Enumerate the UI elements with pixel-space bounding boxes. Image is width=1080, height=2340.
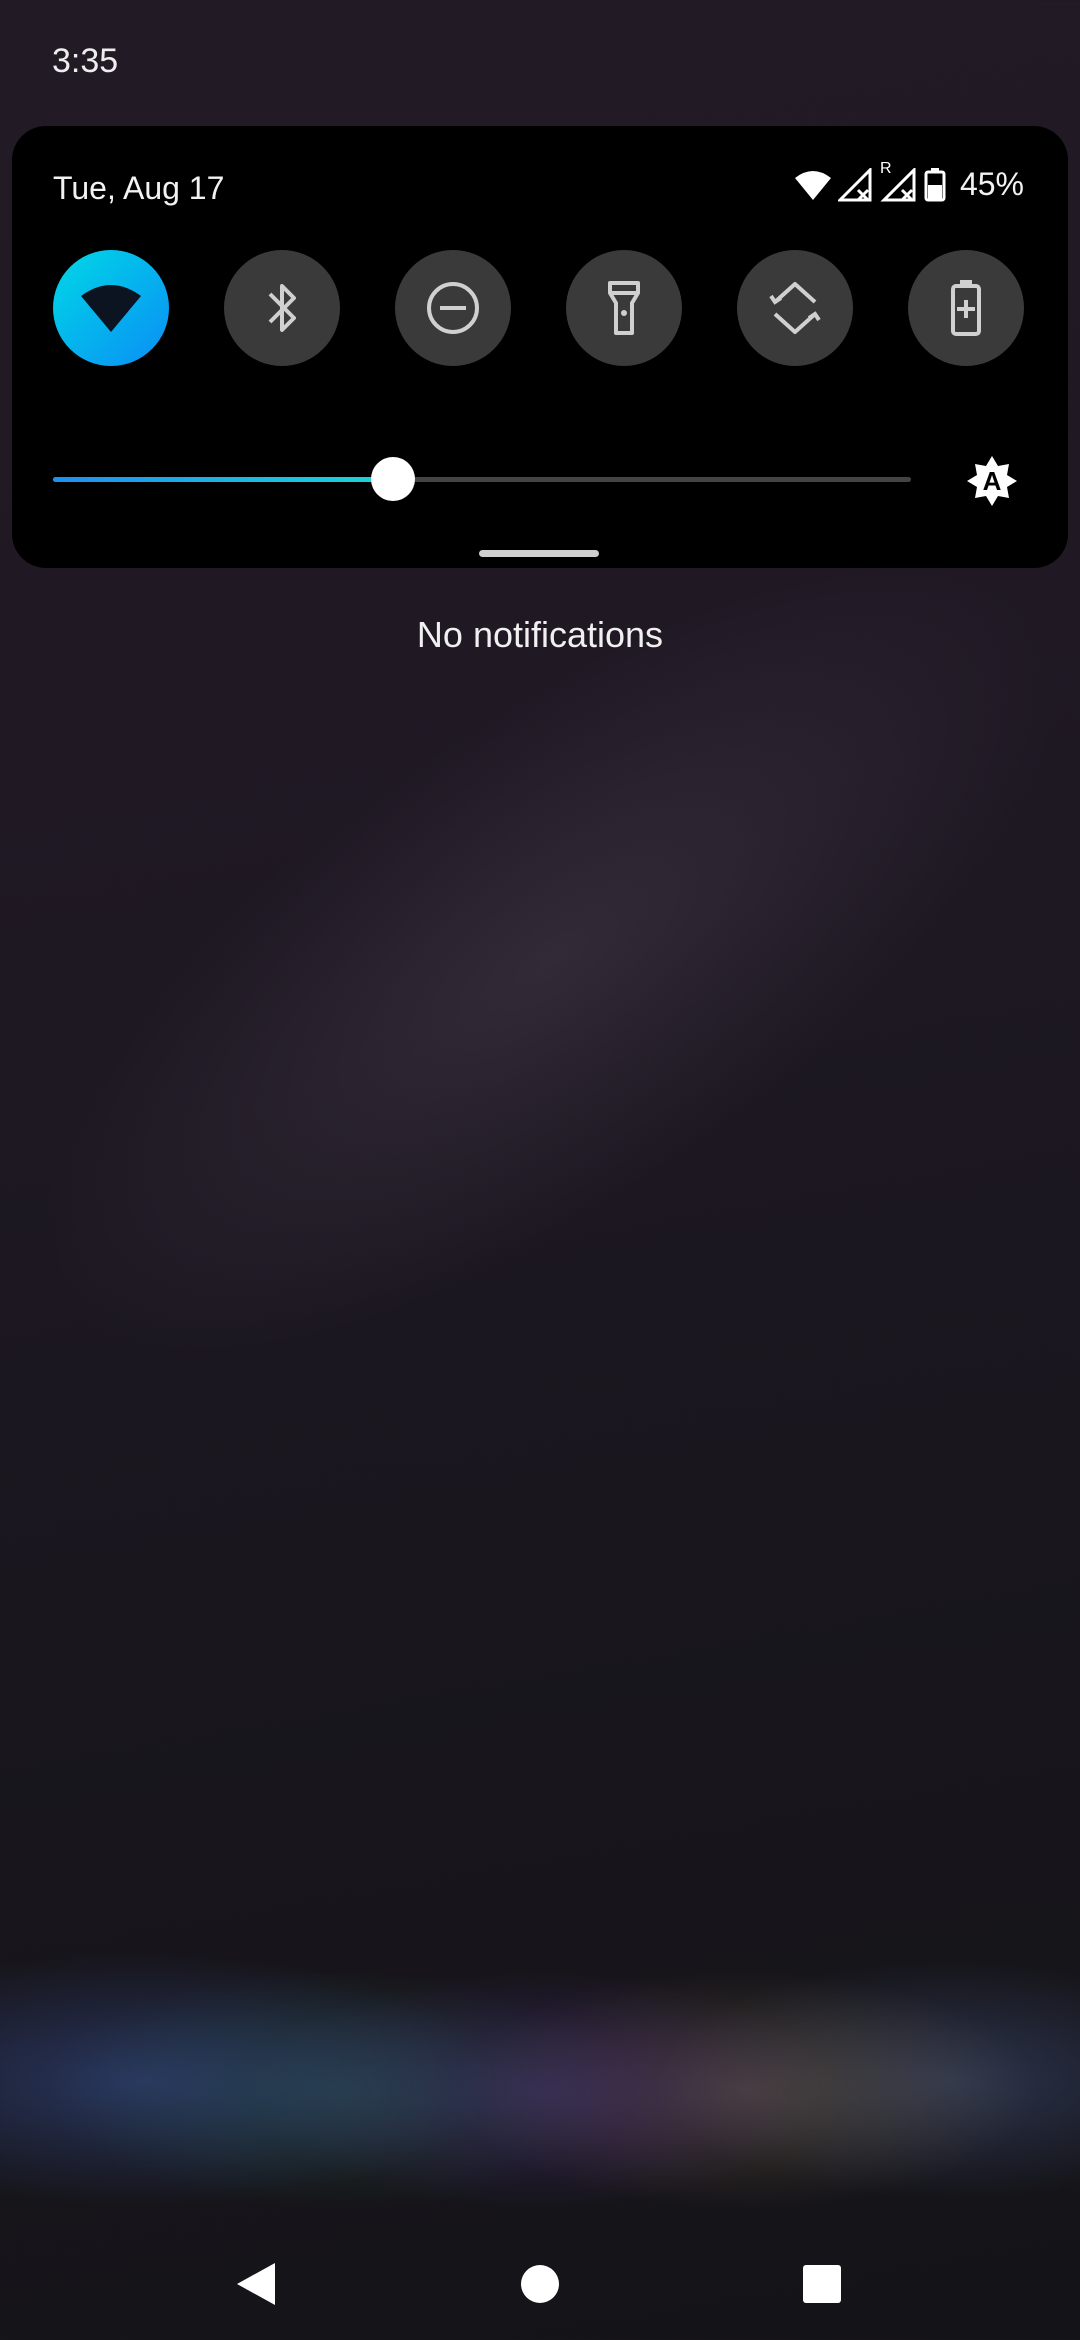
battery-icon (924, 167, 946, 201)
do-not-disturb-icon (427, 282, 479, 334)
panel-drag-handle[interactable] (479, 550, 599, 557)
do-not-disturb-tile[interactable] (395, 250, 511, 366)
brightness-slider-thumb[interactable] (370, 457, 415, 501)
brightness-slider-fill (53, 477, 393, 482)
status-icons: R 45% (794, 160, 1024, 203)
signal-roaming-no-service-icon: R (880, 160, 918, 202)
no-notifications-text: No notifications (416, 614, 664, 655)
battery-percent: 45% (959, 166, 1024, 202)
bluetooth-icon (268, 284, 296, 332)
signal-no-service-icon (837, 167, 872, 201)
recents-button[interactable] (792, 2254, 852, 2314)
home-button[interactable] (510, 2254, 570, 2314)
auto-rotate-tile[interactable] (737, 250, 853, 366)
wifi-tile[interactable] (53, 250, 169, 366)
qs-date[interactable]: Tue, Aug 17 (53, 170, 224, 207)
back-button[interactable] (226, 2254, 286, 2314)
status-bar-time: 3:35 (52, 42, 119, 80)
auto-brightness-button[interactable]: A (967, 456, 1017, 506)
brightness-slider[interactable] (53, 457, 911, 501)
auto-brightness-label: A (982, 466, 1002, 496)
wifi-icon (81, 285, 141, 332)
recents-icon (803, 2265, 841, 2303)
bluetooth-tile[interactable] (224, 250, 340, 366)
flashlight-icon (608, 281, 640, 335)
battery-saver-tile[interactable] (908, 250, 1024, 366)
quick-settings-panel: Tue, Aug 17 R 45% A (12, 126, 1068, 568)
wifi-icon (794, 170, 831, 200)
home-icon (521, 2265, 559, 2303)
flashlight-tile[interactable] (566, 250, 682, 366)
battery-saver-icon (951, 280, 981, 336)
back-icon (237, 2263, 275, 2305)
auto-rotate-icon (769, 282, 821, 334)
navigation-bar (0, 2220, 1080, 2340)
